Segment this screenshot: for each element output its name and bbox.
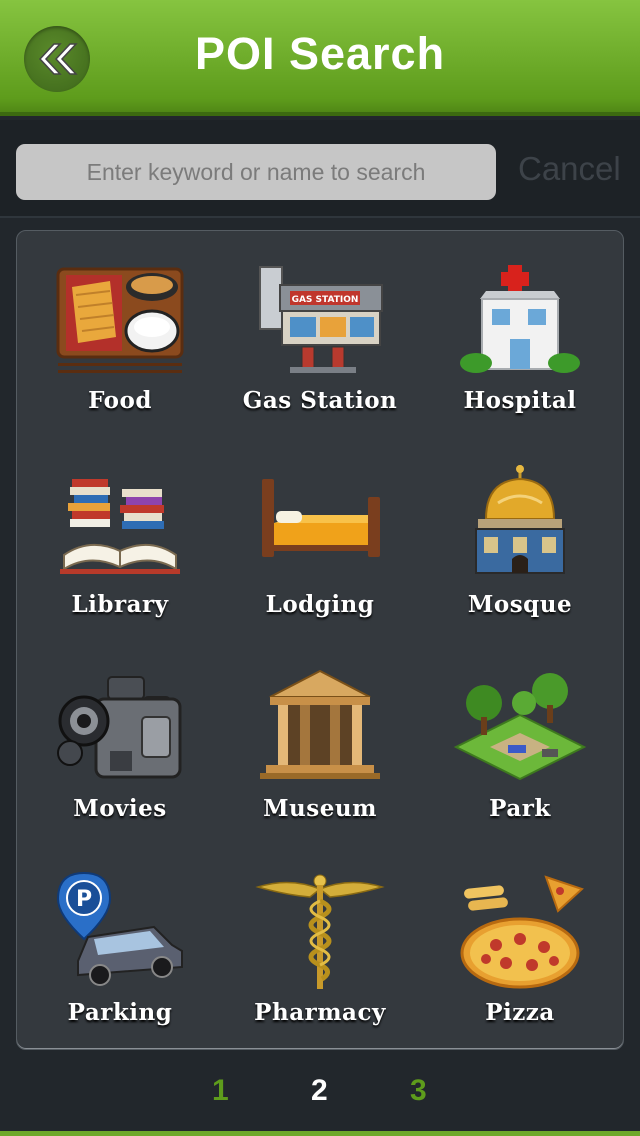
category-label: Museum <box>263 795 377 822</box>
category-label: Gas Station <box>242 387 398 414</box>
search-input[interactable] <box>16 144 496 200</box>
category-hospital[interactable]: Hospital <box>420 243 620 447</box>
category-label: Parking <box>67 999 173 1026</box>
category-food[interactable]: Food <box>20 243 220 447</box>
category-label: Park <box>489 795 551 822</box>
category-parking[interactable]: P Parking <box>20 855 220 1059</box>
category-library[interactable]: Library <box>20 447 220 651</box>
category-lodging[interactable]: Lodging <box>220 447 420 651</box>
category-pizza[interactable]: Pizza <box>420 855 620 1059</box>
category-museum[interactable]: Museum <box>220 651 420 855</box>
category-label: Library <box>71 591 169 618</box>
page-title: POI Search <box>194 28 446 79</box>
cancel-button[interactable]: Cancel <box>518 150 621 188</box>
category-park[interactable]: Park <box>420 651 620 855</box>
category-movies[interactable]: Movies <box>20 651 220 855</box>
category-label: Food <box>88 387 152 414</box>
food-tray-icon <box>56 267 184 373</box>
page-3-button[interactable]: 3 <box>410 1074 427 1108</box>
category-pharmacy[interactable]: Pharmacy <box>220 855 420 1059</box>
header-bar: POI Search <box>0 0 640 116</box>
parking-car-icon: P <box>56 871 183 986</box>
pagination: 1 2 3 <box>0 1056 640 1132</box>
category-gas-station[interactable]: GAS STATION Gas Station <box>220 243 420 447</box>
category-label: Pharmacy <box>254 999 386 1026</box>
hospital-icon <box>460 265 580 373</box>
category-label: Mosque <box>467 591 573 618</box>
svg-text:GAS STATION: GAS STATION <box>292 295 359 305</box>
film-camera-icon <box>57 676 182 779</box>
mosque-icon <box>475 465 565 574</box>
svg-text:P: P <box>76 887 92 912</box>
gas-station-icon: GAS STATION <box>259 266 383 373</box>
park-icon <box>453 673 587 781</box>
category-mosque[interactable]: Mosque <box>420 447 620 651</box>
search-bar: Cancel <box>0 120 640 218</box>
pizza-icon <box>460 875 584 989</box>
bed-icon <box>262 479 380 557</box>
books-icon <box>60 479 180 574</box>
category-panel: Food GAS STATION Gas Station Hospital Li… <box>16 230 624 1050</box>
caduceus-icon <box>255 874 385 989</box>
bottom-accent-bar <box>0 1131 640 1136</box>
museum-icon <box>260 669 380 779</box>
category-label: Movies <box>73 795 167 822</box>
category-label: Lodging <box>265 591 375 618</box>
category-label: Hospital <box>463 387 577 414</box>
page-1-button[interactable]: 1 <box>212 1074 229 1108</box>
page-2-button[interactable]: 2 <box>311 1074 328 1108</box>
category-label: Pizza <box>485 999 555 1026</box>
